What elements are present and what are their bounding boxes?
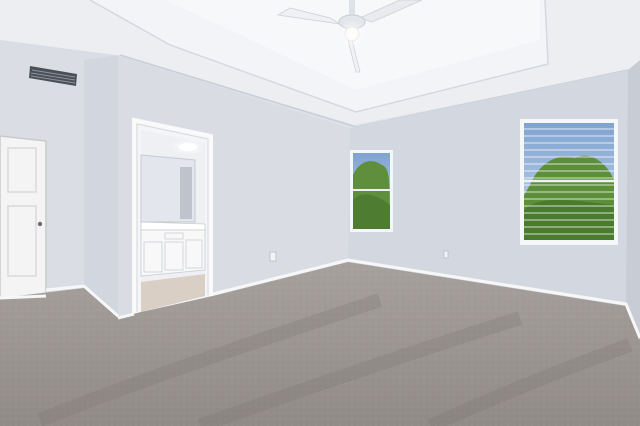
room-photo (0, 0, 640, 426)
wall-outlet (443, 250, 449, 259)
bathroom-doorway[interactable] (132, 117, 213, 314)
bathroom-vanity (140, 221, 206, 277)
window-right (520, 119, 618, 245)
room-illustration (0, 0, 640, 426)
window-left (350, 150, 393, 232)
wall-outlet (269, 251, 277, 262)
door-knob[interactable] (37, 221, 43, 227)
closet-door[interactable] (0, 135, 47, 301)
pillar-wall (84, 55, 118, 318)
right-wall (626, 60, 640, 340)
